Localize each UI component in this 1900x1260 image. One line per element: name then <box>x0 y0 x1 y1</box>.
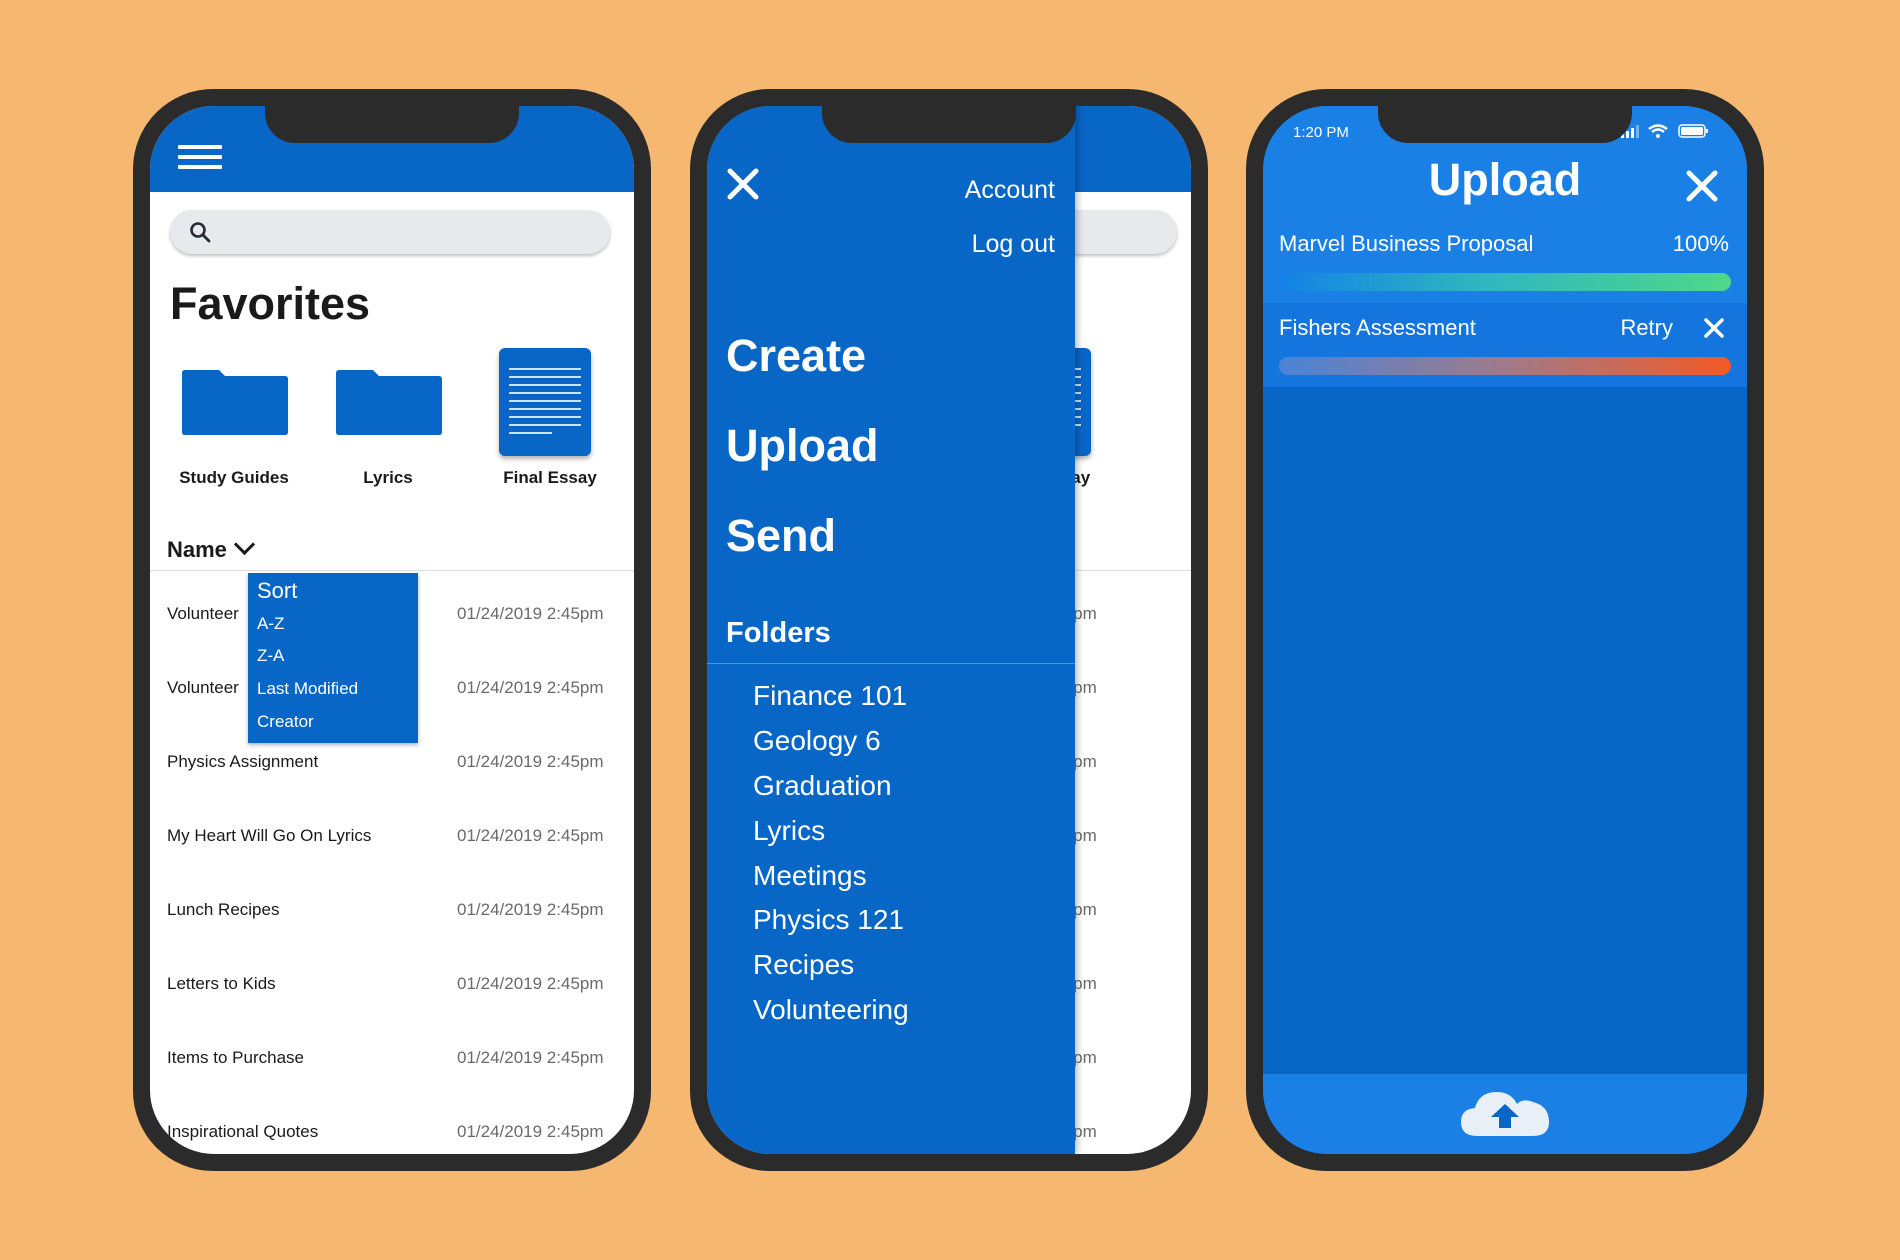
upload-file-name: Fishers Assessment <box>1279 315 1476 340</box>
status-time: 1:20 PM <box>1293 124 1349 141</box>
search-input[interactable] <box>170 210 610 254</box>
file-date: 01/24/2019 2:45pm <box>457 604 604 623</box>
navigation-drawer: Account Log out Create Upload Send Folde… <box>707 106 1075 1154</box>
folders-heading: Folders <box>726 617 831 649</box>
file-name: Letters to Kids <box>167 974 276 993</box>
create-action[interactable]: Create <box>726 330 866 382</box>
folder-link[interactable]: Volunteering <box>753 994 909 1026</box>
battery-icon <box>1678 124 1708 138</box>
menu-screen: inal Essay 019 2:45pm 019 2:45pm 019 2:4… <box>707 106 1191 1154</box>
file-date: 01/24/2019 2:45pm <box>457 900 604 919</box>
file-name: Inspirational Quotes <box>167 1122 319 1141</box>
file-row[interactable]: Letters to Kids 01/24/2019 2:45pm <box>150 974 634 1014</box>
sort-dropdown[interactable]: Name <box>167 533 256 563</box>
favorite-lyrics[interactable]: Lyrics <box>323 346 453 496</box>
phone-notch <box>265 106 519 143</box>
sort-option-z-a[interactable]: Z-A <box>257 646 284 666</box>
sort-option-creator[interactable]: Creator <box>257 712 314 732</box>
logout-link[interactable]: Log out <box>972 230 1055 259</box>
status-icons <box>1621 124 1708 138</box>
folder-icon <box>336 370 442 435</box>
file-date: 01/24/2019 2:45pm <box>457 678 604 697</box>
upload-item: Marvel Business Proposal 100% <box>1263 219 1747 303</box>
file-row[interactable]: Lunch Recipes 01/24/2019 2:45pm <box>150 900 634 940</box>
close-icon[interactable] <box>1685 169 1719 203</box>
sort-option-a-z[interactable]: A-Z <box>257 614 284 634</box>
search-icon <box>190 222 211 243</box>
file-name: Volunteer <box>167 678 239 697</box>
hamburger-menu-icon[interactable] <box>178 145 222 169</box>
progress-bar <box>1279 357 1731 375</box>
retry-button[interactable]: Retry <box>1620 315 1673 341</box>
progress-fill <box>1279 357 1731 375</box>
sort-option-last-modified[interactable]: Last Modified <box>257 679 358 699</box>
folder-link[interactable]: Lyrics <box>753 815 825 847</box>
wifi-icon <box>1648 124 1668 138</box>
favorite-study-guides[interactable]: Study Guides <box>169 346 299 496</box>
upload-percent: 100% <box>1672 231 1729 256</box>
favorites-screen: Favorites Study Guides Lyrics Final Essa… <box>150 106 634 1154</box>
favorite-label: Final Essay <box>503 468 597 487</box>
file-row[interactable]: Inspirational Quotes 01/24/2019 2:45pm <box>150 1122 634 1154</box>
file-name: Physics Assignment <box>167 752 319 771</box>
upload-file-name: Marvel Business Proposal <box>1279 231 1534 256</box>
file-name: My Heart Will Go On Lyrics <box>167 826 372 845</box>
page-title: Upload <box>1428 154 1582 205</box>
file-date: 01/24/2019 2:45pm <box>457 826 604 845</box>
page-title: Favorites <box>170 278 371 329</box>
sort-label: Name <box>167 537 227 562</box>
file-date: 01/24/2019 2:45pm <box>457 1122 604 1141</box>
folder-link[interactable]: Physics 121 <box>753 904 904 936</box>
phone-favorites: Favorites Study Guides Lyrics Final Essa… <box>133 89 651 1171</box>
file-row[interactable]: My Heart Will Go On Lyrics 01/24/2019 2:… <box>150 826 634 866</box>
folder-link[interactable]: Meetings <box>753 860 867 892</box>
file-date: 01/24/2019 2:45pm <box>457 974 604 993</box>
progress-fill <box>1279 273 1731 291</box>
cloud-upload-icon[interactable] <box>1457 1084 1553 1142</box>
folder-link[interactable]: Finance 101 <box>753 680 907 712</box>
upload-footer <box>1263 1074 1747 1154</box>
file-date: 01/24/2019 2:45pm <box>457 1048 604 1067</box>
sort-menu-title: Sort <box>257 578 298 603</box>
favorite-label: Study Guides <box>179 468 289 487</box>
file-row[interactable]: Physics Assignment 01/24/2019 2:45pm <box>150 752 634 792</box>
phone-menu: inal Essay 019 2:45pm 019 2:45pm 019 2:4… <box>690 89 1208 1171</box>
document-icon <box>499 348 591 456</box>
file-name: Lunch Recipes <box>167 900 280 919</box>
close-icon[interactable] <box>725 166 761 202</box>
file-row[interactable]: Items to Purchase 01/24/2019 2:45pm <box>150 1048 634 1088</box>
sort-menu: Sort A-Z Z-A Last Modified Creator <box>248 573 418 743</box>
favorite-final-essay[interactable]: Final Essay <box>485 346 615 496</box>
upload-item: Fishers Assessment Retry <box>1263 303 1747 387</box>
phone-notch <box>822 106 1076 143</box>
account-link[interactable]: Account <box>965 176 1055 205</box>
file-date: 01/24/2019 2:45pm <box>457 752 604 771</box>
favorite-label: Lyrics <box>363 468 413 487</box>
file-name: Volunteer <box>167 604 239 623</box>
divider <box>707 663 1075 664</box>
upload-screen: 1:20 PM Upload Marvel Business Proposal … <box>1263 106 1747 1154</box>
divider <box>150 570 634 571</box>
cancel-icon[interactable] <box>1703 317 1725 339</box>
send-action[interactable]: Send <box>726 510 836 562</box>
phone-notch <box>1378 106 1632 143</box>
folder-link[interactable]: Graduation <box>753 770 892 802</box>
phone-upload: 1:20 PM Upload Marvel Business Proposal … <box>1246 89 1764 1171</box>
folder-icon <box>182 370 288 435</box>
upload-action[interactable]: Upload <box>726 420 879 472</box>
chevron-down-icon <box>233 533 256 556</box>
progress-bar <box>1279 273 1731 291</box>
folder-link[interactable]: Recipes <box>753 949 854 981</box>
folder-link[interactable]: Geology 6 <box>753 725 881 757</box>
file-name: Items to Purchase <box>167 1048 305 1067</box>
